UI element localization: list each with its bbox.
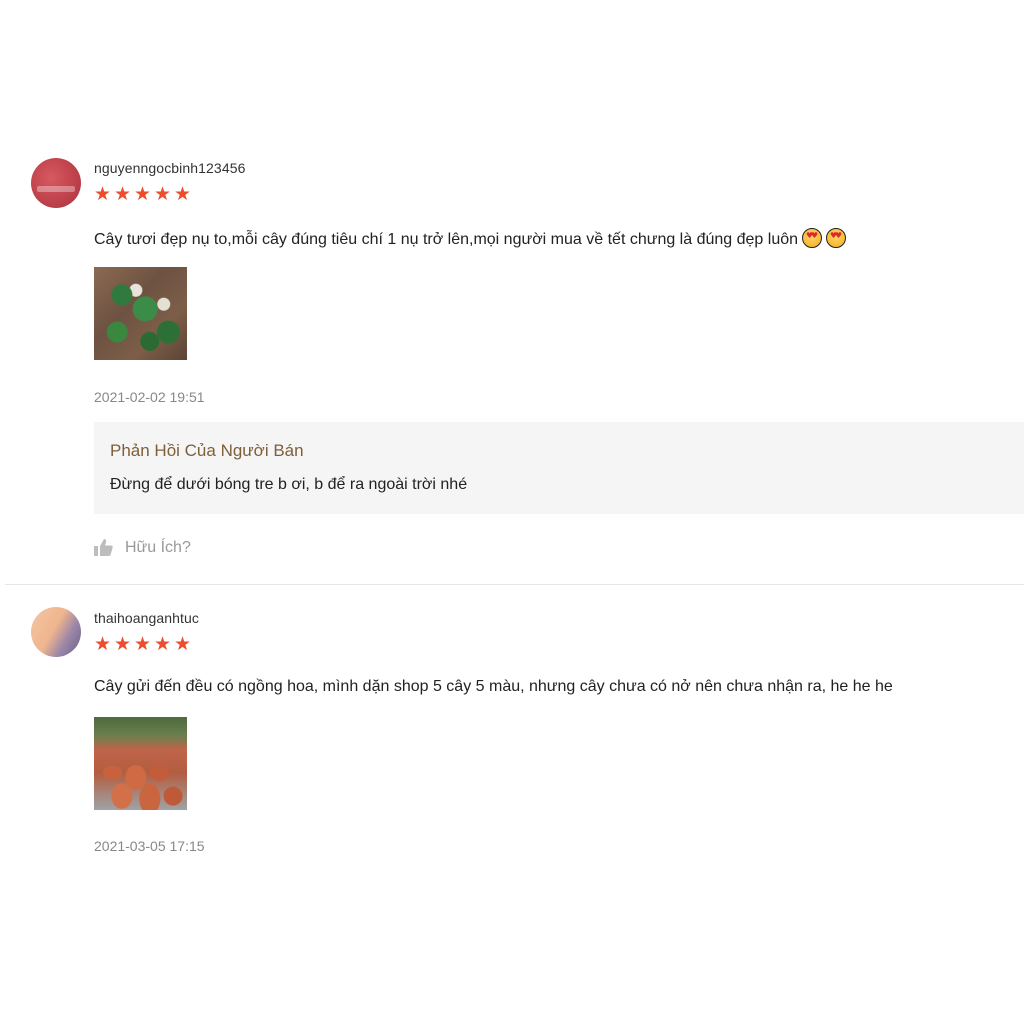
avatar[interactable] xyxy=(31,158,81,208)
seller-reply-title: Phản Hồi Của Người Bán xyxy=(110,441,304,460)
star-icon: ★ xyxy=(134,183,152,205)
avatar[interactable] xyxy=(31,607,81,657)
review-comment: Cây gửi đến đều có ngồng hoa, mình dặn s… xyxy=(94,678,893,695)
review-photo[interactable] xyxy=(94,267,187,360)
seller-reply: Phản Hồi Của Người Bán Đừng để dưới bóng… xyxy=(94,422,1024,514)
star-icon: ★ xyxy=(174,633,192,655)
star-icon: ★ xyxy=(174,183,192,205)
heart-eyes-emoji-icon xyxy=(826,228,847,248)
star-icon: ★ xyxy=(154,183,172,205)
review-date: 2021-02-02 19:51 xyxy=(94,389,205,405)
review-photo[interactable] xyxy=(94,717,187,810)
review-comment: Cây tươi đẹp nụ to,mỗi cây đúng tiêu chí… xyxy=(94,228,847,249)
star-icon: ★ xyxy=(94,183,112,205)
star-icon: ★ xyxy=(134,633,152,655)
review-date: 2021-03-05 17:15 xyxy=(94,838,205,854)
helpful-button[interactable]: Hữu Ích? xyxy=(94,538,191,557)
star-icon: ★ xyxy=(114,633,132,655)
thumbs-up-icon xyxy=(94,538,113,557)
review-username[interactable]: thaihoanganhtuc xyxy=(94,610,199,626)
star-icon: ★ xyxy=(94,633,112,655)
review-username[interactable]: nguyenngocbinh123456 xyxy=(94,160,245,176)
rating-stars: ★ ★ ★ ★ ★ xyxy=(94,183,192,205)
rating-stars: ★ ★ ★ ★ ★ xyxy=(94,633,192,655)
star-icon: ★ xyxy=(114,183,132,205)
review-comment-text: Cây tươi đẹp nụ to,mỗi cây đúng tiêu chí… xyxy=(94,231,799,248)
heart-eyes-emoji-icon xyxy=(802,228,823,248)
seller-reply-text: Đừng để dưới bóng tre b ơi, b để ra ngoà… xyxy=(110,476,468,493)
star-icon: ★ xyxy=(154,633,172,655)
review-divider xyxy=(5,584,1024,585)
helpful-label: Hữu Ích? xyxy=(125,538,191,556)
